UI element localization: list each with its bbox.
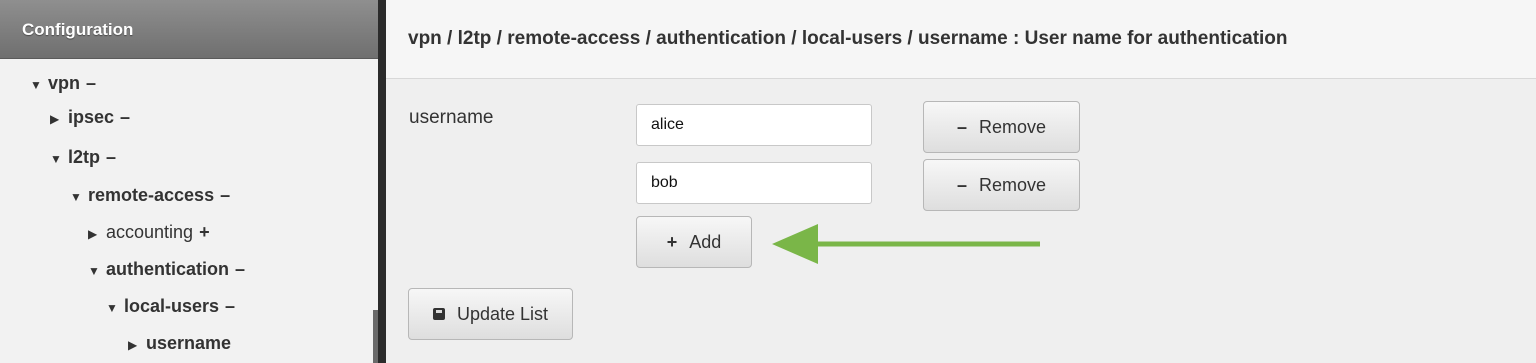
tree-item-l2tp[interactable]: ▼ l2tp – (50, 144, 116, 170)
caret-down-icon[interactable]: ▼ (88, 258, 106, 284)
sidebar: Configuration ▼ vpn – ▶ ipsec – ▼ l2tp – ▼ remo… (0, 0, 378, 363)
tree-item-vpn[interactable]: ▼ vpn – (30, 70, 96, 96)
tree-item-username[interactable]: ▶ username (128, 330, 231, 356)
username-input[interactable] (636, 104, 872, 146)
collapse-icon[interactable]: – (225, 296, 235, 316)
collapse-icon[interactable]: – (106, 147, 116, 167)
collapse-icon[interactable]: – (120, 107, 130, 127)
caret-right-icon[interactable]: ▶ (128, 332, 146, 358)
username-input[interactable] (636, 162, 872, 204)
expand-icon[interactable]: + (199, 222, 210, 242)
collapse-icon[interactable]: – (220, 185, 230, 205)
tree-item-ipsec[interactable]: ▶ ipsec – (50, 104, 130, 130)
arrow-left-icon (772, 224, 1040, 264)
collapse-icon[interactable]: – (235, 259, 245, 279)
caret-down-icon[interactable]: ▼ (70, 184, 88, 210)
sidebar-title: Configuration (22, 20, 134, 39)
caret-down-icon[interactable]: ▼ (50, 146, 68, 172)
minus-icon: – (956, 116, 967, 137)
tree-item-remote-access[interactable]: ▼ remote-access – (70, 182, 230, 208)
field-label: username (409, 107, 494, 128)
caret-down-icon[interactable]: ▼ (30, 72, 48, 98)
plus-icon: + (666, 231, 678, 252)
remove-button[interactable]: – Remove (923, 159, 1080, 211)
save-icon (432, 308, 445, 320)
sidebar-scrollbar[interactable] (373, 310, 378, 363)
remove-button[interactable]: – Remove (923, 101, 1080, 153)
update-list-button[interactable]: Update List (408, 288, 573, 340)
main-panel: vpn / l2tp / remote-access / authenticat… (386, 0, 1536, 363)
add-button[interactable]: + Add (636, 216, 752, 268)
caret-down-icon[interactable]: ▼ (106, 295, 124, 321)
tree-item-accounting[interactable]: ▶ accounting + (88, 219, 210, 245)
tree-item-authentication[interactable]: ▼ authentication – (88, 256, 245, 282)
minus-icon: – (956, 174, 967, 195)
caret-right-icon[interactable]: ▶ (88, 221, 106, 247)
breadcrumb-bar: vpn / l2tp / remote-access / authenticat… (386, 0, 1536, 79)
breadcrumb: vpn / l2tp / remote-access / authenticat… (408, 28, 1288, 49)
sidebar-header: Configuration (0, 0, 378, 59)
caret-right-icon[interactable]: ▶ (50, 106, 68, 132)
collapse-icon[interactable]: – (86, 73, 96, 93)
tree-item-local-users[interactable]: ▼ local-users – (106, 293, 235, 319)
